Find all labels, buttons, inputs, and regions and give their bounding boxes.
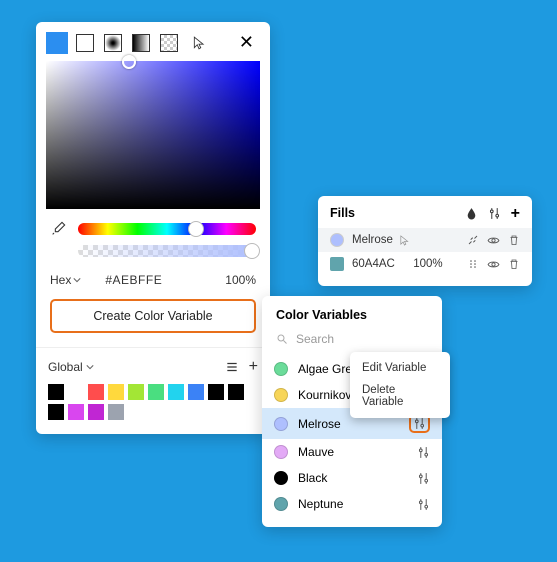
delete-icon[interactable] <box>508 234 520 247</box>
color-variables-title: Color Variables <box>262 308 442 332</box>
preset-swatch[interactable] <box>228 384 244 400</box>
variable-row[interactable]: Mauve <box>262 439 442 465</box>
variable-row[interactable]: Neptune <box>262 491 442 517</box>
alpha-slider[interactable] <box>78 245 256 257</box>
fill-name: Melrose <box>352 234 459 246</box>
search-icon <box>276 333 288 345</box>
sv-thumb[interactable] <box>122 55 136 69</box>
pattern-fill-icon[interactable] <box>160 34 178 52</box>
linear-gradient-icon[interactable] <box>76 34 94 52</box>
preset-swatch[interactable] <box>88 384 104 400</box>
sliders-icon[interactable] <box>417 498 430 511</box>
fill-type-toolbar: ✕ <box>36 22 270 61</box>
hue-slider[interactable] <box>78 223 256 235</box>
list-view-icon[interactable] <box>225 360 239 374</box>
fills-title: Fills <box>330 206 355 220</box>
saturation-value-area[interactable] <box>46 61 260 209</box>
presets-header: Global + <box>36 348 270 384</box>
search-placeholder: Search <box>296 332 334 346</box>
fill-row-hex[interactable]: 60A4AC 100% <box>318 252 532 276</box>
fill-name: 60A4AC 100% <box>352 258 459 270</box>
variable-swatch-icon <box>274 497 288 511</box>
color-value-row: Hex #AEBFFE 100% <box>36 267 270 299</box>
hue-thumb[interactable] <box>188 221 204 237</box>
preset-swatch[interactable] <box>88 404 104 420</box>
cursor-icon <box>399 235 410 246</box>
preset-swatch[interactable] <box>208 384 224 400</box>
hue-row <box>36 209 270 245</box>
hex-input[interactable]: #AEBFFE <box>105 273 162 287</box>
close-icon[interactable]: ✕ <box>235 32 258 53</box>
preset-swatch[interactable] <box>68 404 84 420</box>
fills-header: Fills + <box>318 206 532 228</box>
create-color-variable-button[interactable]: Create Color Variable <box>50 299 256 333</box>
settings-icon[interactable] <box>488 207 501 220</box>
preset-swatch[interactable] <box>188 384 204 400</box>
fill-row-melrose[interactable]: Melrose <box>318 228 532 252</box>
delete-icon[interactable] <box>508 258 520 271</box>
edit-variable-item[interactable]: Edit Variable <box>350 357 450 379</box>
preset-swatch[interactable] <box>48 384 64 400</box>
preset-swatch[interactable] <box>68 384 84 400</box>
format-select[interactable]: Hex <box>50 273 81 287</box>
preset-swatch[interactable] <box>108 384 124 400</box>
solid-fill-icon[interactable] <box>48 34 66 52</box>
variable-swatch-icon <box>274 445 288 459</box>
alpha-thumb[interactable] <box>244 243 260 259</box>
opacity-input[interactable]: 100% <box>225 273 256 287</box>
drag-handle-icon[interactable] <box>467 258 479 271</box>
variable-swatch-icon <box>274 388 288 402</box>
variable-swatch-icon <box>274 471 288 485</box>
fills-panel: Fills + Melrose 60A4AC 100% <box>318 196 532 286</box>
preset-swatch[interactable] <box>108 404 124 420</box>
variable-swatch-icon <box>274 417 288 431</box>
variable-name: Mauve <box>298 445 407 459</box>
visibility-icon[interactable] <box>487 234 500 247</box>
preset-swatch[interactable] <box>128 384 144 400</box>
fill-swatch-icon <box>330 257 344 271</box>
preset-swatch[interactable] <box>148 384 164 400</box>
add-preset-icon[interactable]: + <box>249 358 258 376</box>
fill-swatch-icon <box>330 233 344 247</box>
eyedropper-icon[interactable] <box>50 221 66 237</box>
radial-gradient-icon[interactable] <box>104 34 122 52</box>
detach-icon[interactable] <box>467 234 479 247</box>
angular-gradient-icon[interactable] <box>132 34 150 52</box>
presets-scope-select[interactable]: Global <box>48 360 94 374</box>
variable-swatch-icon <box>274 362 288 376</box>
variable-name: Melrose <box>298 417 399 431</box>
add-fill-icon[interactable]: + <box>511 207 520 220</box>
delete-variable-item[interactable]: Delete Variable <box>350 379 450 413</box>
preset-swatches <box>36 384 270 434</box>
color-picker-panel: ✕ Hex #AEBFFE 100% Create Color Variable… <box>36 22 270 434</box>
cursor-icon[interactable] <box>192 36 206 50</box>
preset-swatch[interactable] <box>168 384 184 400</box>
visibility-icon[interactable] <box>487 258 500 271</box>
preset-swatch[interactable] <box>48 404 64 420</box>
variable-context-menu: Edit Variable Delete Variable <box>350 352 450 418</box>
blend-mode-icon[interactable] <box>465 207 478 220</box>
sliders-icon[interactable] <box>417 472 430 485</box>
sliders-icon[interactable] <box>417 446 430 459</box>
variable-row[interactable]: Black <box>262 465 442 491</box>
variable-name: Black <box>298 471 407 485</box>
variable-name: Neptune <box>298 497 407 511</box>
alpha-row <box>36 245 270 267</box>
